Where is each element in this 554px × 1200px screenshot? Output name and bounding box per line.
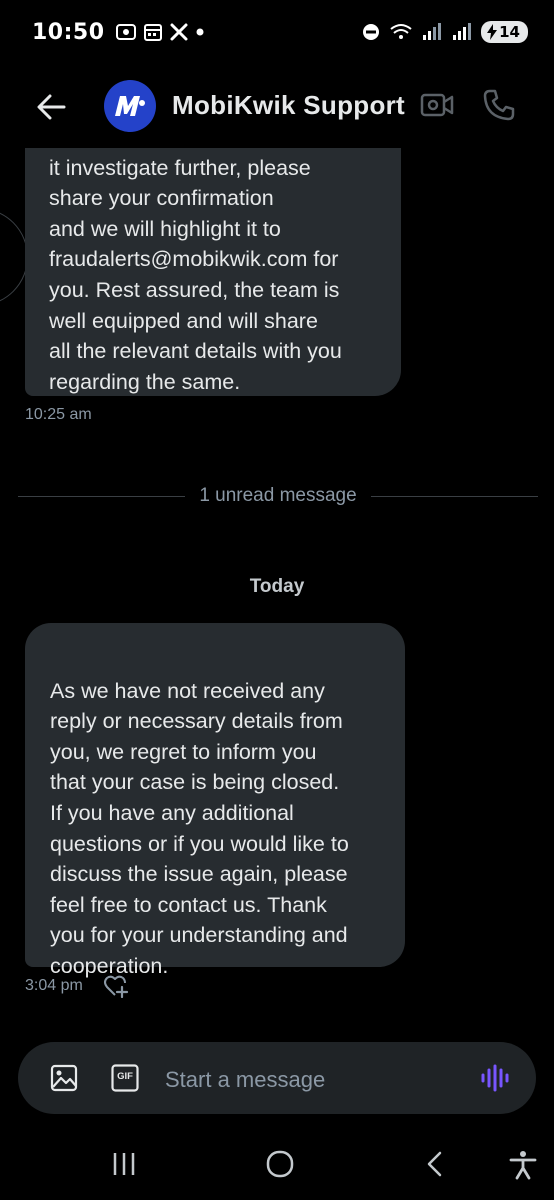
- unread-divider: 1 unread message: [18, 484, 539, 508]
- video-call-icon: [420, 93, 454, 117]
- signal-icon: [423, 23, 442, 40]
- battery-level: 14: [499, 23, 520, 41]
- do-not-disturb-icon: [363, 24, 380, 40]
- gif-label: GIF: [117, 1071, 133, 1082]
- back-button[interactable]: [34, 90, 68, 124]
- message-bubble[interactable]: As we have not received any reply or nec…: [25, 623, 405, 978]
- voice-message-button[interactable]: [480, 1064, 510, 1096]
- system-navigation-bar: [0, 1128, 554, 1200]
- status-left: 10:50: [32, 20, 205, 45]
- scroll-edge-handle[interactable]: [0, 208, 28, 306]
- notification-dot-icon: [196, 28, 204, 36]
- signal-2-icon: [453, 23, 472, 40]
- video-call-button[interactable]: [420, 92, 454, 122]
- accessibility-button[interactable]: [508, 1150, 538, 1184]
- date-separator: Today: [249, 576, 305, 597]
- notification-icons: [115, 22, 205, 42]
- calendar-icon: [143, 24, 162, 41]
- message-composer: GIF: [18, 1042, 536, 1114]
- conversation-header: MobiKwik Support: [0, 68, 554, 148]
- back-icon: [427, 1151, 442, 1177]
- battery-indicator: 14: [481, 21, 528, 43]
- message-text: it investigate further, please share you…: [49, 155, 342, 394]
- divider-line: [18, 495, 186, 497]
- unread-label: 1 unread message: [199, 485, 357, 506]
- message-text: As we have not received any reply or nec…: [50, 678, 349, 978]
- phone-icon: [483, 89, 515, 121]
- wifi-icon: [390, 24, 412, 39]
- status-right: 14: [361, 21, 528, 43]
- voice-wave-icon: [481, 1064, 509, 1092]
- mobikwik-logo: [115, 96, 145, 116]
- screenshot-icon: [115, 24, 136, 40]
- home-button[interactable]: [265, 1150, 295, 1182]
- accessibility-icon: [509, 1151, 537, 1180]
- status-time: 10:50: [32, 19, 105, 45]
- divider-line: [370, 495, 539, 497]
- message-list[interactable]: it investigate further, please share you…: [0, 148, 554, 1040]
- message-timestamp: 3:04 pm: [25, 977, 83, 994]
- recent-apps-icon: [113, 1153, 135, 1175]
- add-image-button[interactable]: [50, 1064, 78, 1096]
- react-button[interactable]: [103, 974, 129, 1002]
- heart-plus-icon: [104, 975, 129, 999]
- message-bubble[interactable]: it investigate further, please share you…: [25, 148, 401, 396]
- recent-apps-button[interactable]: [110, 1150, 138, 1182]
- status-bar: 10:50 14: [0, 0, 554, 64]
- avatar[interactable]: [104, 80, 156, 132]
- voice-call-button[interactable]: [482, 88, 516, 126]
- back-arrow-icon: [37, 94, 66, 120]
- x-app-icon: [170, 23, 188, 41]
- charging-bolt-icon: [487, 24, 498, 40]
- message-timestamp: 10:25 am: [25, 406, 92, 423]
- image-icon: [50, 1064, 78, 1092]
- gif-button[interactable]: GIF: [111, 1064, 139, 1096]
- message-input[interactable]: [163, 1062, 457, 1098]
- home-icon: [266, 1150, 294, 1178]
- system-back-button[interactable]: [424, 1150, 446, 1182]
- contact-name[interactable]: MobiKwik Support: [172, 90, 405, 121]
